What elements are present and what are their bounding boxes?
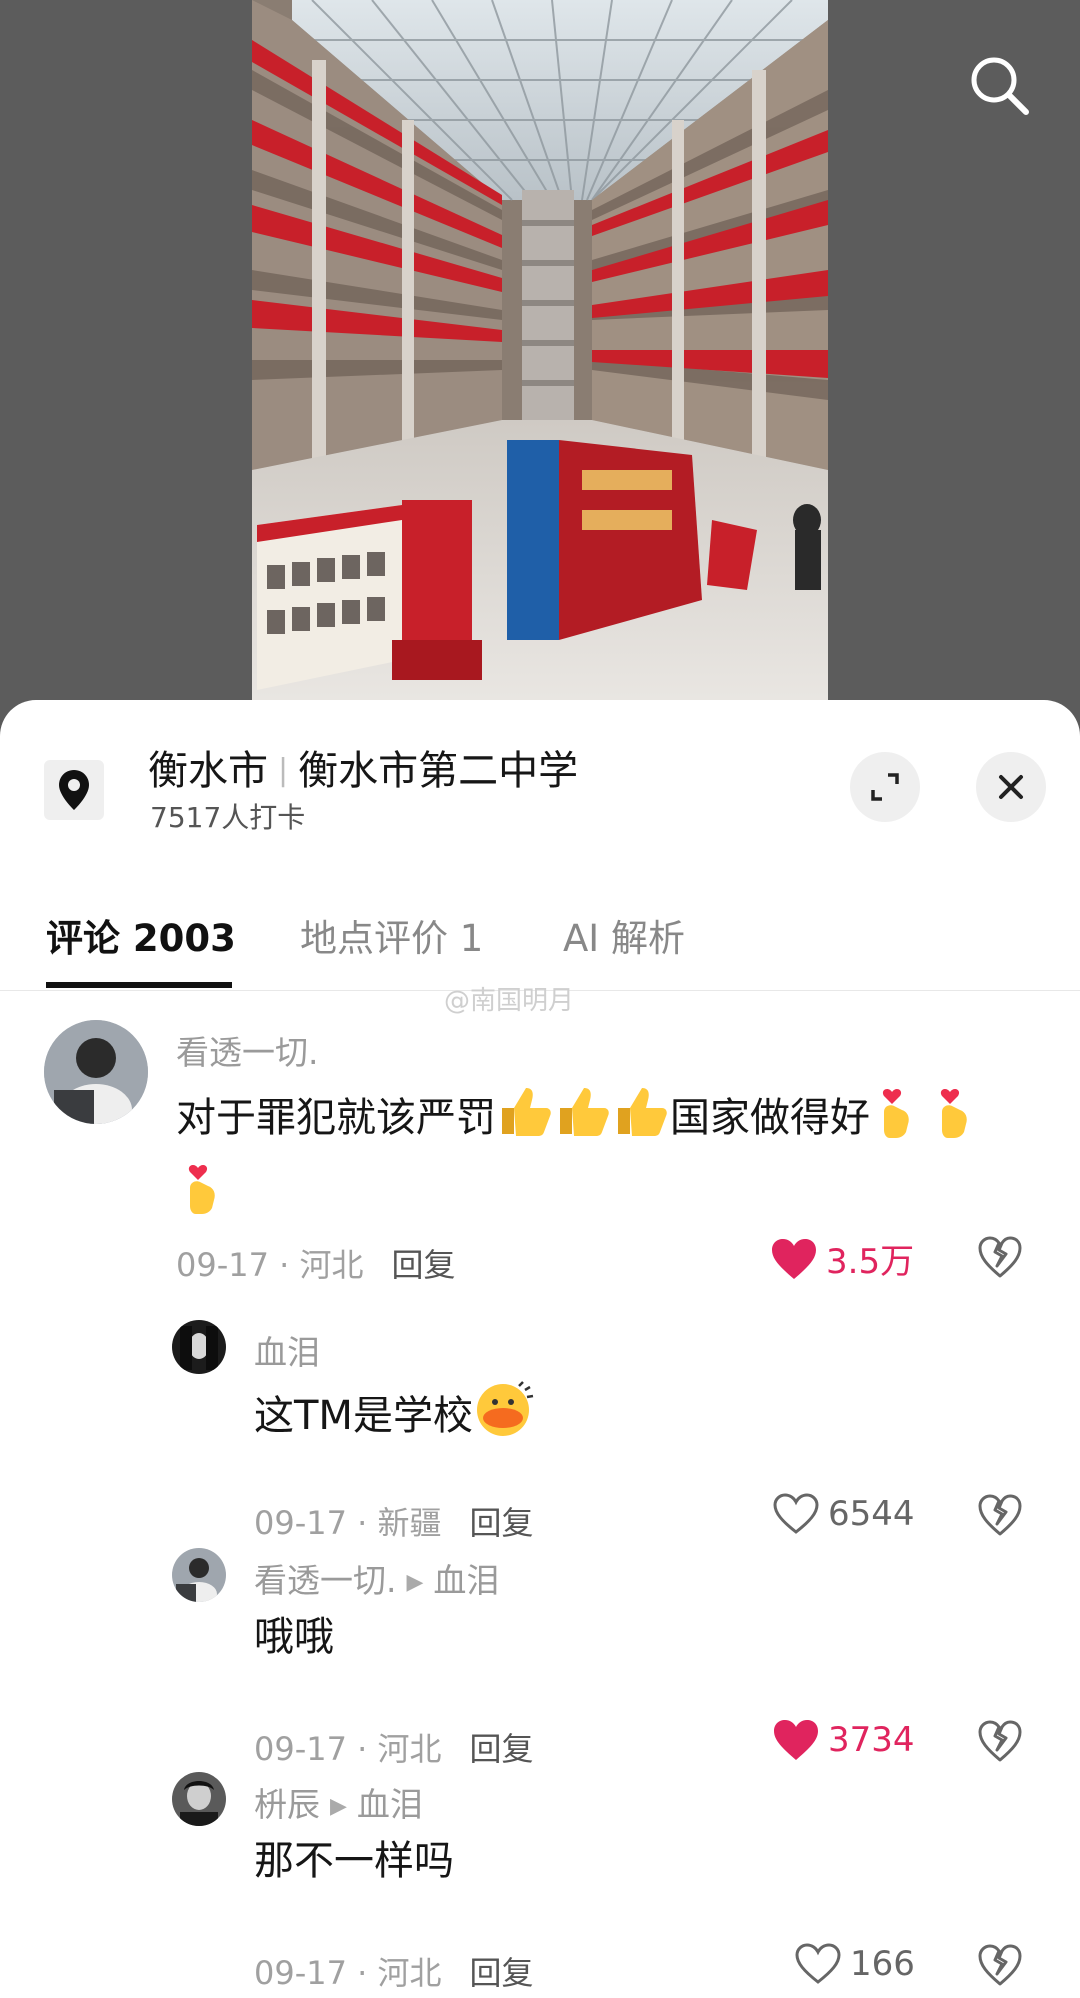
- avatar-image: [172, 1548, 226, 1602]
- location-city: 衡水市: [148, 748, 268, 794]
- like-button[interactable]: 3734: [772, 1718, 915, 1762]
- location-place: 衡水市第二中学: [298, 748, 579, 794]
- like-count: 166: [850, 1944, 915, 1984]
- like-count: 3734: [828, 1720, 915, 1760]
- finger-heart-emoji: [928, 1082, 986, 1158]
- avatar[interactable]: [44, 1020, 148, 1124]
- comment-region: 河北: [377, 1730, 442, 1768]
- avatar[interactable]: [172, 1320, 226, 1374]
- like-count: 3.5万: [826, 1242, 915, 1282]
- like-button[interactable]: 6544: [772, 1492, 915, 1536]
- heart-icon: [774, 1720, 818, 1760]
- search-button[interactable]: [962, 48, 1038, 124]
- close-icon: [999, 775, 1023, 799]
- thumbs-up-emoji: [496, 1084, 554, 1156]
- comment-meta: 09-17 · 河北 回复: [254, 1954, 534, 1992]
- like-button[interactable]: 166: [794, 1942, 915, 1986]
- comment-meta: 09-17 · 河北 回复: [176, 1246, 456, 1284]
- close-button[interactable]: [976, 752, 1046, 822]
- finger-heart-emoji: [176, 1158, 234, 1234]
- reply-author[interactable]: 看透一切.: [254, 1561, 397, 1600]
- atrium-photo-illustration: [252, 0, 828, 700]
- comment-meta: 09-17 · 河北 回复: [254, 1730, 534, 1768]
- title-separator: |: [278, 753, 289, 788]
- broken-heart-icon: [978, 1236, 1022, 1278]
- active-tab-indicator: [46, 982, 232, 988]
- comment-sheet: 衡水市 | 衡水市第二中学 7517人打卡 评论 2003 地点评价 1 AI 解析…: [0, 700, 1080, 1998]
- heart-icon: [773, 1493, 819, 1534]
- location-photo[interactable]: [252, 0, 828, 700]
- photo-background: [0, 0, 1080, 720]
- heart-icon: [772, 1238, 816, 1279]
- comment-region: 河北: [299, 1246, 364, 1284]
- comment-username: 看透一切. ▶ 血泪: [254, 1554, 499, 1602]
- comment-meta: 09-17 · 新疆 回复: [254, 1504, 534, 1542]
- like-count: 6544: [828, 1494, 915, 1534]
- reply-author[interactable]: 枡辰: [254, 1785, 320, 1824]
- location-pin-icon: [59, 770, 89, 810]
- location-icon-box: [44, 760, 104, 820]
- avatar[interactable]: [172, 1548, 226, 1602]
- avatar[interactable]: [172, 1772, 226, 1826]
- comment-text-tail: 国家做得好: [670, 1095, 870, 1141]
- broken-heart-icon: [978, 1944, 1022, 1986]
- dislike-button[interactable]: [978, 1944, 1022, 1990]
- like-button[interactable]: 3.5万: [770, 1234, 914, 1283]
- comment-date: 09-17: [176, 1246, 269, 1284]
- thumbs-up-emoji: [554, 1084, 612, 1156]
- tab-bar: 评论 2003 地点评价 1 AI 解析: [0, 886, 1080, 991]
- expand-icon: [871, 773, 899, 801]
- comment-username[interactable]: 血泪: [254, 1326, 320, 1374]
- location-title[interactable]: 衡水市 | 衡水市第二中学: [148, 738, 578, 796]
- comment-text-main: 这TM是学校: [254, 1393, 473, 1439]
- finger-heart-emoji: [870, 1082, 928, 1158]
- comment-text: 那不一样吗: [254, 1838, 454, 1884]
- reply-arrow-icon: ▶: [330, 1794, 347, 1819]
- comment-region: 河北: [377, 1954, 442, 1992]
- dislike-button[interactable]: [978, 1236, 1022, 1282]
- reply-button[interactable]: 回复: [470, 1504, 534, 1542]
- watermark: @南国明月: [444, 986, 575, 1016]
- duck-emoji: [473, 1380, 535, 1456]
- comment-text: 这TM是学校: [254, 1380, 1034, 1456]
- dislike-button[interactable]: [978, 1720, 1022, 1766]
- tab-comments[interactable]: 评论 2003: [46, 908, 236, 962]
- thumbs-up-emoji: [612, 1084, 670, 1156]
- comment-text: 哦哦: [254, 1614, 334, 1660]
- comment-text-main: 对于罪犯就该严罚: [176, 1095, 496, 1141]
- reply-button[interactable]: 回复: [392, 1246, 456, 1284]
- checkin-count: 7517人打卡: [150, 801, 306, 834]
- expand-button[interactable]: [850, 752, 920, 822]
- reply-button[interactable]: 回复: [470, 1730, 534, 1768]
- broken-heart-icon: [978, 1720, 1022, 1762]
- comment-username: 枡辰 ▶ 血泪: [254, 1778, 423, 1826]
- tab-ai-analysis[interactable]: AI 解析: [563, 908, 685, 962]
- avatar-image: [172, 1320, 226, 1374]
- tab-place-reviews[interactable]: 地点评价 1: [300, 908, 483, 962]
- comment-date: 09-17: [254, 1504, 347, 1542]
- broken-heart-icon: [978, 1494, 1022, 1536]
- reply-target[interactable]: 血泪: [357, 1785, 423, 1824]
- comment-date: 09-17: [254, 1954, 347, 1992]
- heart-icon: [795, 1943, 841, 1984]
- reply-button[interactable]: 回复: [470, 1954, 534, 1992]
- avatar-image: [44, 1020, 148, 1124]
- reply-arrow-icon: ▶: [406, 1570, 424, 1595]
- comment-date: 09-17: [254, 1730, 347, 1768]
- avatar-image: [172, 1772, 226, 1826]
- comment-username[interactable]: 看透一切.: [176, 1026, 319, 1074]
- comment-region: 新疆: [377, 1504, 442, 1542]
- dislike-button[interactable]: [978, 1494, 1022, 1540]
- reply-target[interactable]: 血泪: [433, 1561, 499, 1600]
- comment-text: 对于罪犯就该严罚 国家做得好: [176, 1082, 1036, 1234]
- search-icon: [971, 57, 1029, 115]
